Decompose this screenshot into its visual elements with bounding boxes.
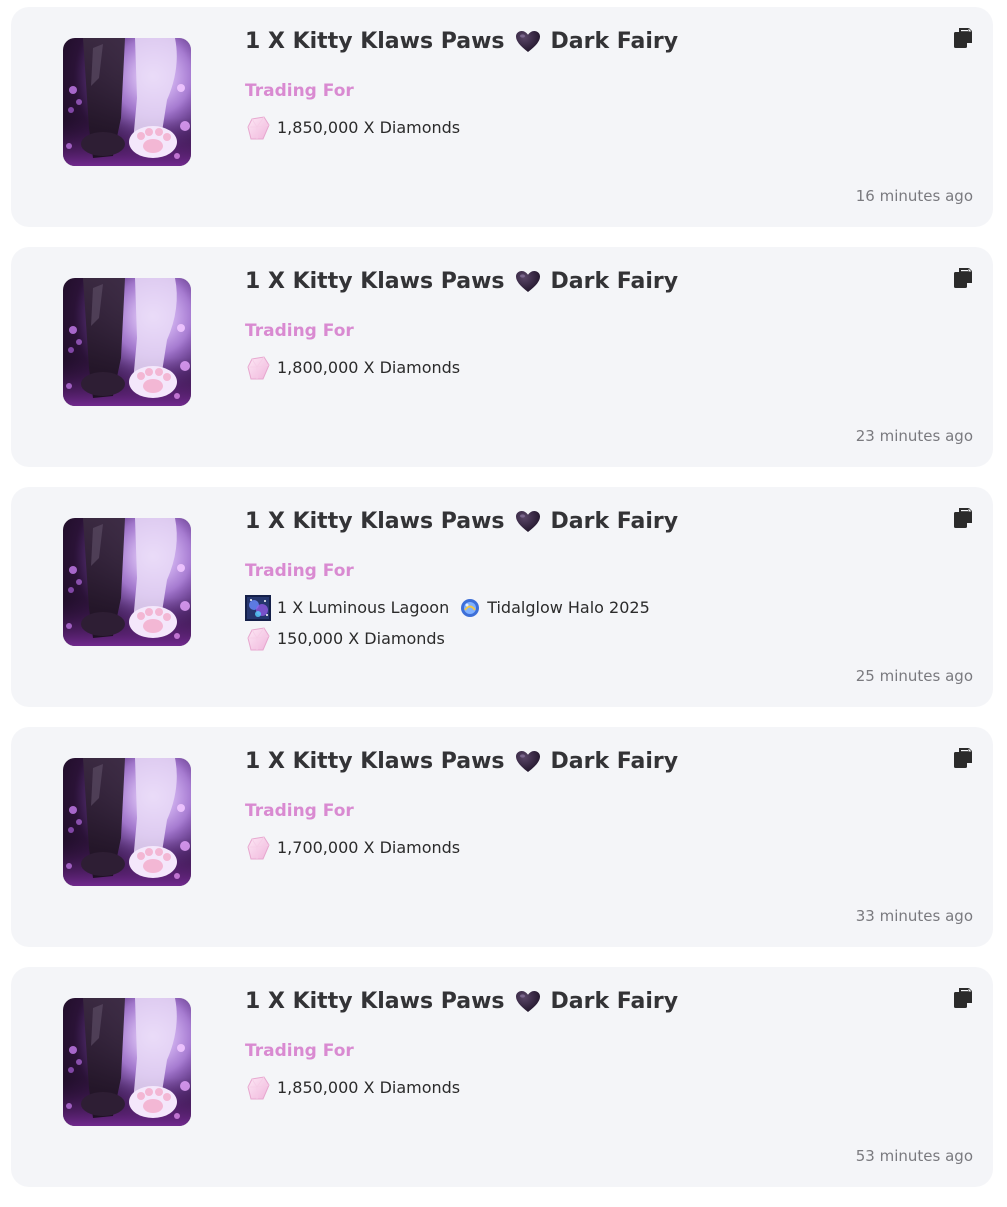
listing-title: 1 X Kitty Klaws Paws Dark Fairy <box>245 509 678 534</box>
diamond-icon <box>245 115 271 141</box>
offer-row: 1 X Luminous Lagoon Tidalglow Halo 2025 <box>245 592 650 623</box>
item-variant: Dark Fairy <box>550 989 679 1014</box>
trading-for-label: Trading For <box>245 81 354 101</box>
copy-icon[interactable] <box>953 507 973 529</box>
dark-heart-icon <box>515 750 541 774</box>
item-name: 1 X Kitty Klaws Paws <box>245 509 505 534</box>
offer-item-text: 1,850,000 X Diamonds <box>277 1078 461 1097</box>
trade-listing-card[interactable]: 1 X Kitty Klaws Paws Dark Fairy Trading … <box>11 487 993 707</box>
listing-title: 1 X Kitty Klaws Paws Dark Fairy <box>245 749 678 774</box>
offer-list: 1,850,000 X Diamonds <box>245 1072 460 1103</box>
copy-icon[interactable] <box>953 747 973 769</box>
timestamp: 53 minutes ago <box>855 1147 973 1165</box>
offer-item-text: 1,850,000 X Diamonds <box>277 118 461 137</box>
diamond-icon <box>245 355 271 381</box>
item-thumbnail[interactable] <box>63 998 191 1126</box>
offer-item-text: 1 X Luminous Lagoon <box>277 598 450 617</box>
diamond-icon <box>245 835 271 861</box>
offer-item-text: 1,700,000 X Diamonds <box>277 838 461 857</box>
offer-item-text: 1,800,000 X Diamonds <box>277 358 461 377</box>
offer-row: 1,800,000 X Diamonds <box>245 352 460 383</box>
item-thumbnail[interactable] <box>63 758 191 886</box>
timestamp: 16 minutes ago <box>855 187 973 205</box>
offer-row: 1,850,000 X Diamonds <box>245 112 460 143</box>
listing-title: 1 X Kitty Klaws Paws Dark Fairy <box>245 29 678 54</box>
trade-listing-card[interactable]: 1 X Kitty Klaws Paws Dark Fairy Trading … <box>11 7 993 227</box>
item-variant: Dark Fairy <box>550 29 679 54</box>
dark-heart-icon <box>515 270 541 294</box>
diamond-icon <box>245 626 271 652</box>
listing-title: 1 X Kitty Klaws Paws Dark Fairy <box>245 269 678 294</box>
timestamp: 25 minutes ago <box>855 667 973 685</box>
item-variant: Dark Fairy <box>550 509 679 534</box>
timestamp: 33 minutes ago <box>855 907 973 925</box>
timestamp: 23 minutes ago <box>855 427 973 445</box>
offer-list: 1,850,000 X Diamonds <box>245 112 460 143</box>
trade-listing-card[interactable]: 1 X Kitty Klaws Paws Dark Fairy Trading … <box>11 967 993 1187</box>
dark-heart-icon <box>515 30 541 54</box>
item-thumbnail[interactable] <box>63 38 191 166</box>
item-name: 1 X Kitty Klaws Paws <box>245 29 505 54</box>
listing-title: 1 X Kitty Klaws Paws Dark Fairy <box>245 989 678 1014</box>
item-name: 1 X Kitty Klaws Paws <box>245 269 505 294</box>
offer-list: 1,700,000 X Diamonds <box>245 832 460 863</box>
dark-heart-icon <box>515 990 541 1014</box>
item-thumbnail[interactable] <box>63 518 191 646</box>
copy-icon[interactable] <box>953 987 973 1009</box>
trade-listing-card[interactable]: 1 X Kitty Klaws Paws Dark Fairy Trading … <box>11 727 993 947</box>
offer-list: 1,800,000 X Diamonds <box>245 352 460 383</box>
trade-listing-card[interactable]: 1 X Kitty Klaws Paws Dark Fairy Trading … <box>11 247 993 467</box>
offer-list: 1 X Luminous Lagoon Tidalglow Halo 2025 … <box>245 592 650 654</box>
halo-icon <box>459 597 481 619</box>
item-variant: Dark Fairy <box>550 269 679 294</box>
trading-for-label: Trading For <box>245 801 354 821</box>
item-thumbnail[interactable] <box>63 278 191 406</box>
dark-heart-icon <box>515 510 541 534</box>
trading-for-label: Trading For <box>245 321 354 341</box>
item-name: 1 X Kitty Klaws Paws <box>245 989 505 1014</box>
offer-row: 150,000 X Diamonds <box>245 623 650 654</box>
trade-listing-list: 1 X Kitty Klaws Paws Dark Fairy Trading … <box>11 7 993 1207</box>
item-variant: Dark Fairy <box>550 749 679 774</box>
diamond-icon <box>245 1075 271 1101</box>
offer-row: 1,850,000 X Diamonds <box>245 1072 460 1103</box>
item-name: 1 X Kitty Klaws Paws <box>245 749 505 774</box>
copy-icon[interactable] <box>953 267 973 289</box>
trading-for-label: Trading For <box>245 561 354 581</box>
luminous-lagoon-icon <box>245 594 271 621</box>
trading-for-label: Trading For <box>245 1041 354 1061</box>
offer-item-text: 150,000 X Diamonds <box>277 629 445 648</box>
offer-item-text: Tidalglow Halo 2025 <box>487 598 650 617</box>
offer-row: 1,700,000 X Diamonds <box>245 832 460 863</box>
copy-icon[interactable] <box>953 27 973 49</box>
